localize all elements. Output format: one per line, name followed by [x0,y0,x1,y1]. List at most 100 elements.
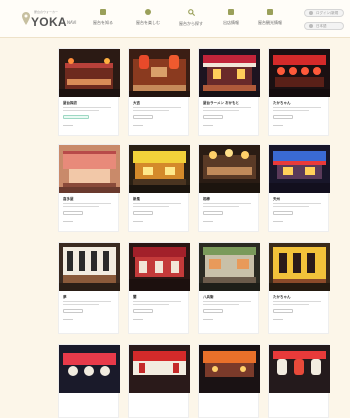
nav-item-enjoy[interactable]: 屋台を楽しむ [136,9,160,33]
nav-label: 出店情報 [223,20,239,25]
stall-tag-button[interactable] [133,211,153,215]
stall-name: 喜多屋 [63,197,74,201]
stall-detail-link[interactable] [203,125,213,126]
bowl-icon [145,9,151,15]
stall-photo[interactable] [199,243,260,291]
stall-card[interactable]: 八兵衛 [198,242,260,334]
language-button[interactable]: 日本語 [304,22,344,30]
stall-name: 大吉 [133,101,140,105]
stall-photo[interactable] [129,49,190,97]
stall-tag-button[interactable] [273,309,293,313]
stall-name: 屋台探訪 [63,101,77,105]
stall-detail-link[interactable] [273,221,283,222]
stall-photo[interactable] [59,345,120,393]
stall-photo[interactable] [269,145,330,193]
stall-description [133,304,169,305]
stall-description [273,206,309,207]
stall-name: たかちゃん [273,101,291,105]
stall-card[interactable]: 屋台ラーメン おかもと [198,48,260,136]
stall-photo[interactable] [199,345,260,393]
stall-card[interactable]: 新風 [128,144,190,232]
nav-label: 屋台を知る [93,20,113,25]
stall-photo[interactable] [199,145,260,193]
clipboard-icon [228,9,234,15]
stall-photo[interactable] [59,49,120,97]
stall-card[interactable]: 大吉 [128,48,190,136]
stall-card[interactable]: たかちゃん [268,48,330,136]
stall-description [273,203,321,204]
stall-description [203,301,251,302]
stall-card[interactable]: 夢 [58,242,120,334]
stall-name: 新風 [133,197,140,201]
stall-card[interactable] [268,344,330,418]
stall-description [63,206,99,207]
stall-tag-button[interactable] [273,115,293,119]
stall-card[interactable] [198,344,260,418]
stall-card[interactable] [58,344,120,418]
landmark-icon [267,9,273,15]
stall-card[interactable]: 蘭 [128,242,190,334]
stall-tag-button[interactable] [203,115,223,119]
location-pin-icon [22,12,30,25]
stall-photo[interactable] [59,243,120,291]
stall-description [273,107,321,108]
stall-detail-link[interactable] [63,125,73,126]
stall-card[interactable]: 屋台探訪 [58,48,120,136]
nav-item-shop-info[interactable]: 出店情報 [223,9,239,33]
stall-card[interactable]: 天州 [268,144,330,232]
stall-photo[interactable] [269,49,330,97]
stall-description [133,206,169,207]
stall-detail-link[interactable] [133,221,143,222]
stall-tag-button[interactable] [203,309,223,313]
stall-detail-link[interactable] [133,319,143,320]
site-header: 屋台のウォーカー YOKA NAVI 屋台を知る 屋台を楽しむ 屋台から探す 出… [0,0,350,38]
stall-photo[interactable] [269,345,330,393]
stall-tag-button[interactable] [133,115,153,119]
stall-tag-button[interactable] [63,211,83,215]
stall-detail-link[interactable] [203,221,213,222]
nav-item-know[interactable]: 屋台を知る [93,9,113,33]
stall-detail-link[interactable] [63,319,73,320]
stall-description [133,301,181,302]
stall-photo[interactable] [199,49,260,97]
stall-card[interactable]: 喜多屋 [58,144,120,232]
stall-card[interactable] [128,344,190,418]
login-button[interactable]: ログイン/新規 [304,9,344,17]
stall-detail-link[interactable] [273,319,283,320]
stall-name: 屋台ラーメン おかもと [203,101,240,105]
language-label: 日本語 [316,23,327,28]
stall-detail-link[interactable] [273,125,283,126]
nav-item-tourism[interactable]: 屋台観光情報 [258,9,282,33]
stall-description [63,301,111,302]
stall-tag-button[interactable] [203,211,223,215]
nav-item-search[interactable]: 屋台から探す [179,9,203,33]
stall-description [133,203,181,204]
stall-description [273,301,321,302]
stall-description [203,110,239,111]
stall-photo[interactable] [269,243,330,291]
stall-tag-button[interactable] [133,309,153,313]
stall-detail-link[interactable] [133,125,143,126]
stall-tag-button[interactable] [273,211,293,215]
stall-photo[interactable] [129,345,190,393]
stall-tag-button[interactable] [63,309,83,313]
stall-name: 八兵衛 [203,295,214,299]
site-logo[interactable]: 屋台のウォーカー YOKA NAVI [22,8,82,32]
stall-name: 天州 [273,197,280,201]
stall-photo[interactable] [129,243,190,291]
stall-card[interactable]: 相棒 [198,144,260,232]
stall-card[interactable]: たかちゃん [268,242,330,334]
building-icon [100,9,106,15]
globe-icon [309,24,313,28]
stall-detail-link[interactable] [203,319,213,320]
stall-photo[interactable] [59,145,120,193]
stall-detail-link[interactable] [63,221,73,222]
stall-photo[interactable] [129,145,190,193]
stall-description [133,107,181,108]
stall-description [63,203,111,204]
user-icon [309,11,313,15]
stall-name: 蘭 [133,295,137,299]
stall-description [273,110,309,111]
nav-label: 屋台から探す [179,21,203,26]
stall-tag-button[interactable] [63,115,89,119]
